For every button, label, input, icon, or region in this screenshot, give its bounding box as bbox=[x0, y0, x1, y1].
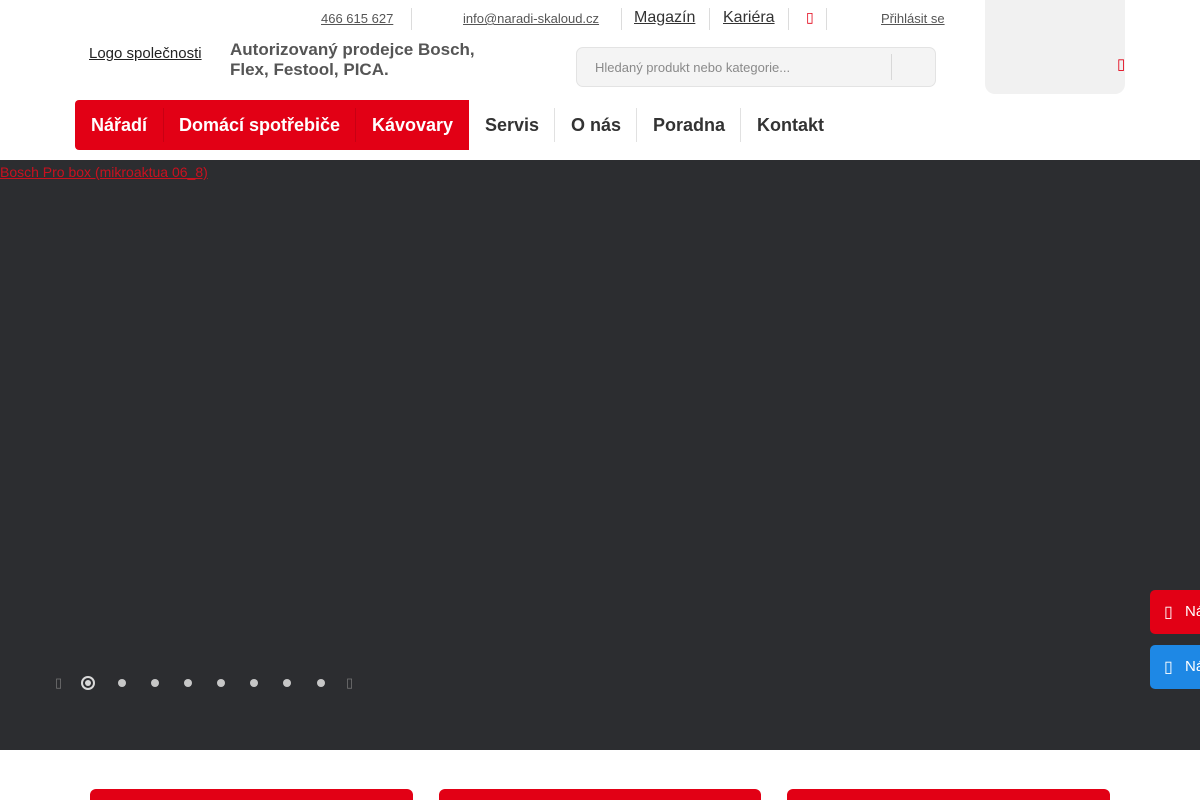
nav-divider bbox=[554, 108, 555, 142]
phone-link[interactable]: 466 615 627 bbox=[321, 11, 393, 26]
nav-item-kontakt[interactable]: Kontakt bbox=[757, 116, 824, 134]
search-button[interactable] bbox=[892, 48, 936, 86]
slider-dot[interactable] bbox=[184, 679, 192, 687]
nav-item-poradna[interactable]: Poradna bbox=[653, 116, 725, 134]
topbar-divider bbox=[788, 8, 789, 30]
nav-item-servis[interactable]: Servis bbox=[485, 116, 539, 134]
side-chat-button[interactable]: ▯ Ná bbox=[1150, 645, 1200, 689]
nav-divider bbox=[636, 108, 637, 142]
slider-dot[interactable] bbox=[250, 679, 258, 687]
phone-icon: ▯ bbox=[1164, 604, 1173, 621]
slider-dot[interactable] bbox=[81, 676, 95, 690]
email-link[interactable]: info@naradi-skaloud.cz bbox=[463, 11, 599, 26]
hero-slider[interactable]: Bosch Pro box (mikroaktua 06_8) bbox=[0, 160, 1200, 750]
heart-icon[interactable]: ▯ bbox=[806, 9, 814, 26]
nav-item-naradi[interactable]: Nářadí bbox=[91, 116, 147, 134]
cart-icon[interactable]: ▯ bbox=[1117, 55, 1125, 73]
tagline: Autorizovaný prodejce Bosch, Flex, Festo… bbox=[230, 40, 475, 79]
magazine-link[interactable]: Magazín bbox=[634, 9, 695, 27]
nav-item-domaci-spotrebice[interactable]: Domácí spotřebiče bbox=[179, 116, 340, 134]
chat-icon: ▯ bbox=[1164, 659, 1173, 676]
side-button-label: Ná bbox=[1185, 658, 1200, 675]
search-bar bbox=[576, 47, 936, 87]
slider-dot[interactable] bbox=[118, 679, 126, 687]
topbar-divider bbox=[826, 8, 827, 30]
side-contact-button[interactable]: ▯ Ná bbox=[1150, 590, 1200, 634]
careers-link[interactable]: Kariéra bbox=[723, 9, 775, 27]
category-card[interactable] bbox=[787, 789, 1110, 800]
topbar-divider bbox=[709, 8, 710, 30]
category-card[interactable] bbox=[439, 789, 761, 800]
topbar-divider bbox=[621, 8, 622, 30]
chevron-right-icon[interactable]: ▯ bbox=[346, 675, 353, 691]
topbar-divider bbox=[411, 8, 412, 30]
slider-dot[interactable] bbox=[151, 679, 159, 687]
category-card[interactable] bbox=[90, 789, 413, 800]
nav-item-o-nas[interactable]: O nás bbox=[571, 116, 621, 134]
slider-dot[interactable] bbox=[317, 679, 325, 687]
nav-divider bbox=[163, 108, 164, 142]
slide-image[interactable]: Bosch Pro box (mikroaktua 06_8) bbox=[0, 164, 208, 180]
search-input[interactable] bbox=[577, 48, 892, 86]
nav-divider bbox=[355, 108, 356, 142]
slider-dot[interactable] bbox=[283, 679, 291, 687]
login-link[interactable]: Přihlásit se bbox=[881, 11, 945, 26]
cart-box[interactable] bbox=[985, 0, 1125, 94]
nav-divider bbox=[740, 108, 741, 142]
side-button-label: Ná bbox=[1185, 603, 1200, 620]
chevron-left-icon[interactable]: ▯ bbox=[55, 675, 62, 691]
slider-dot[interactable] bbox=[217, 679, 225, 687]
company-logo[interactable]: Logo společnosti bbox=[89, 45, 202, 62]
nav-item-kavovary[interactable]: Kávovary bbox=[372, 116, 453, 134]
